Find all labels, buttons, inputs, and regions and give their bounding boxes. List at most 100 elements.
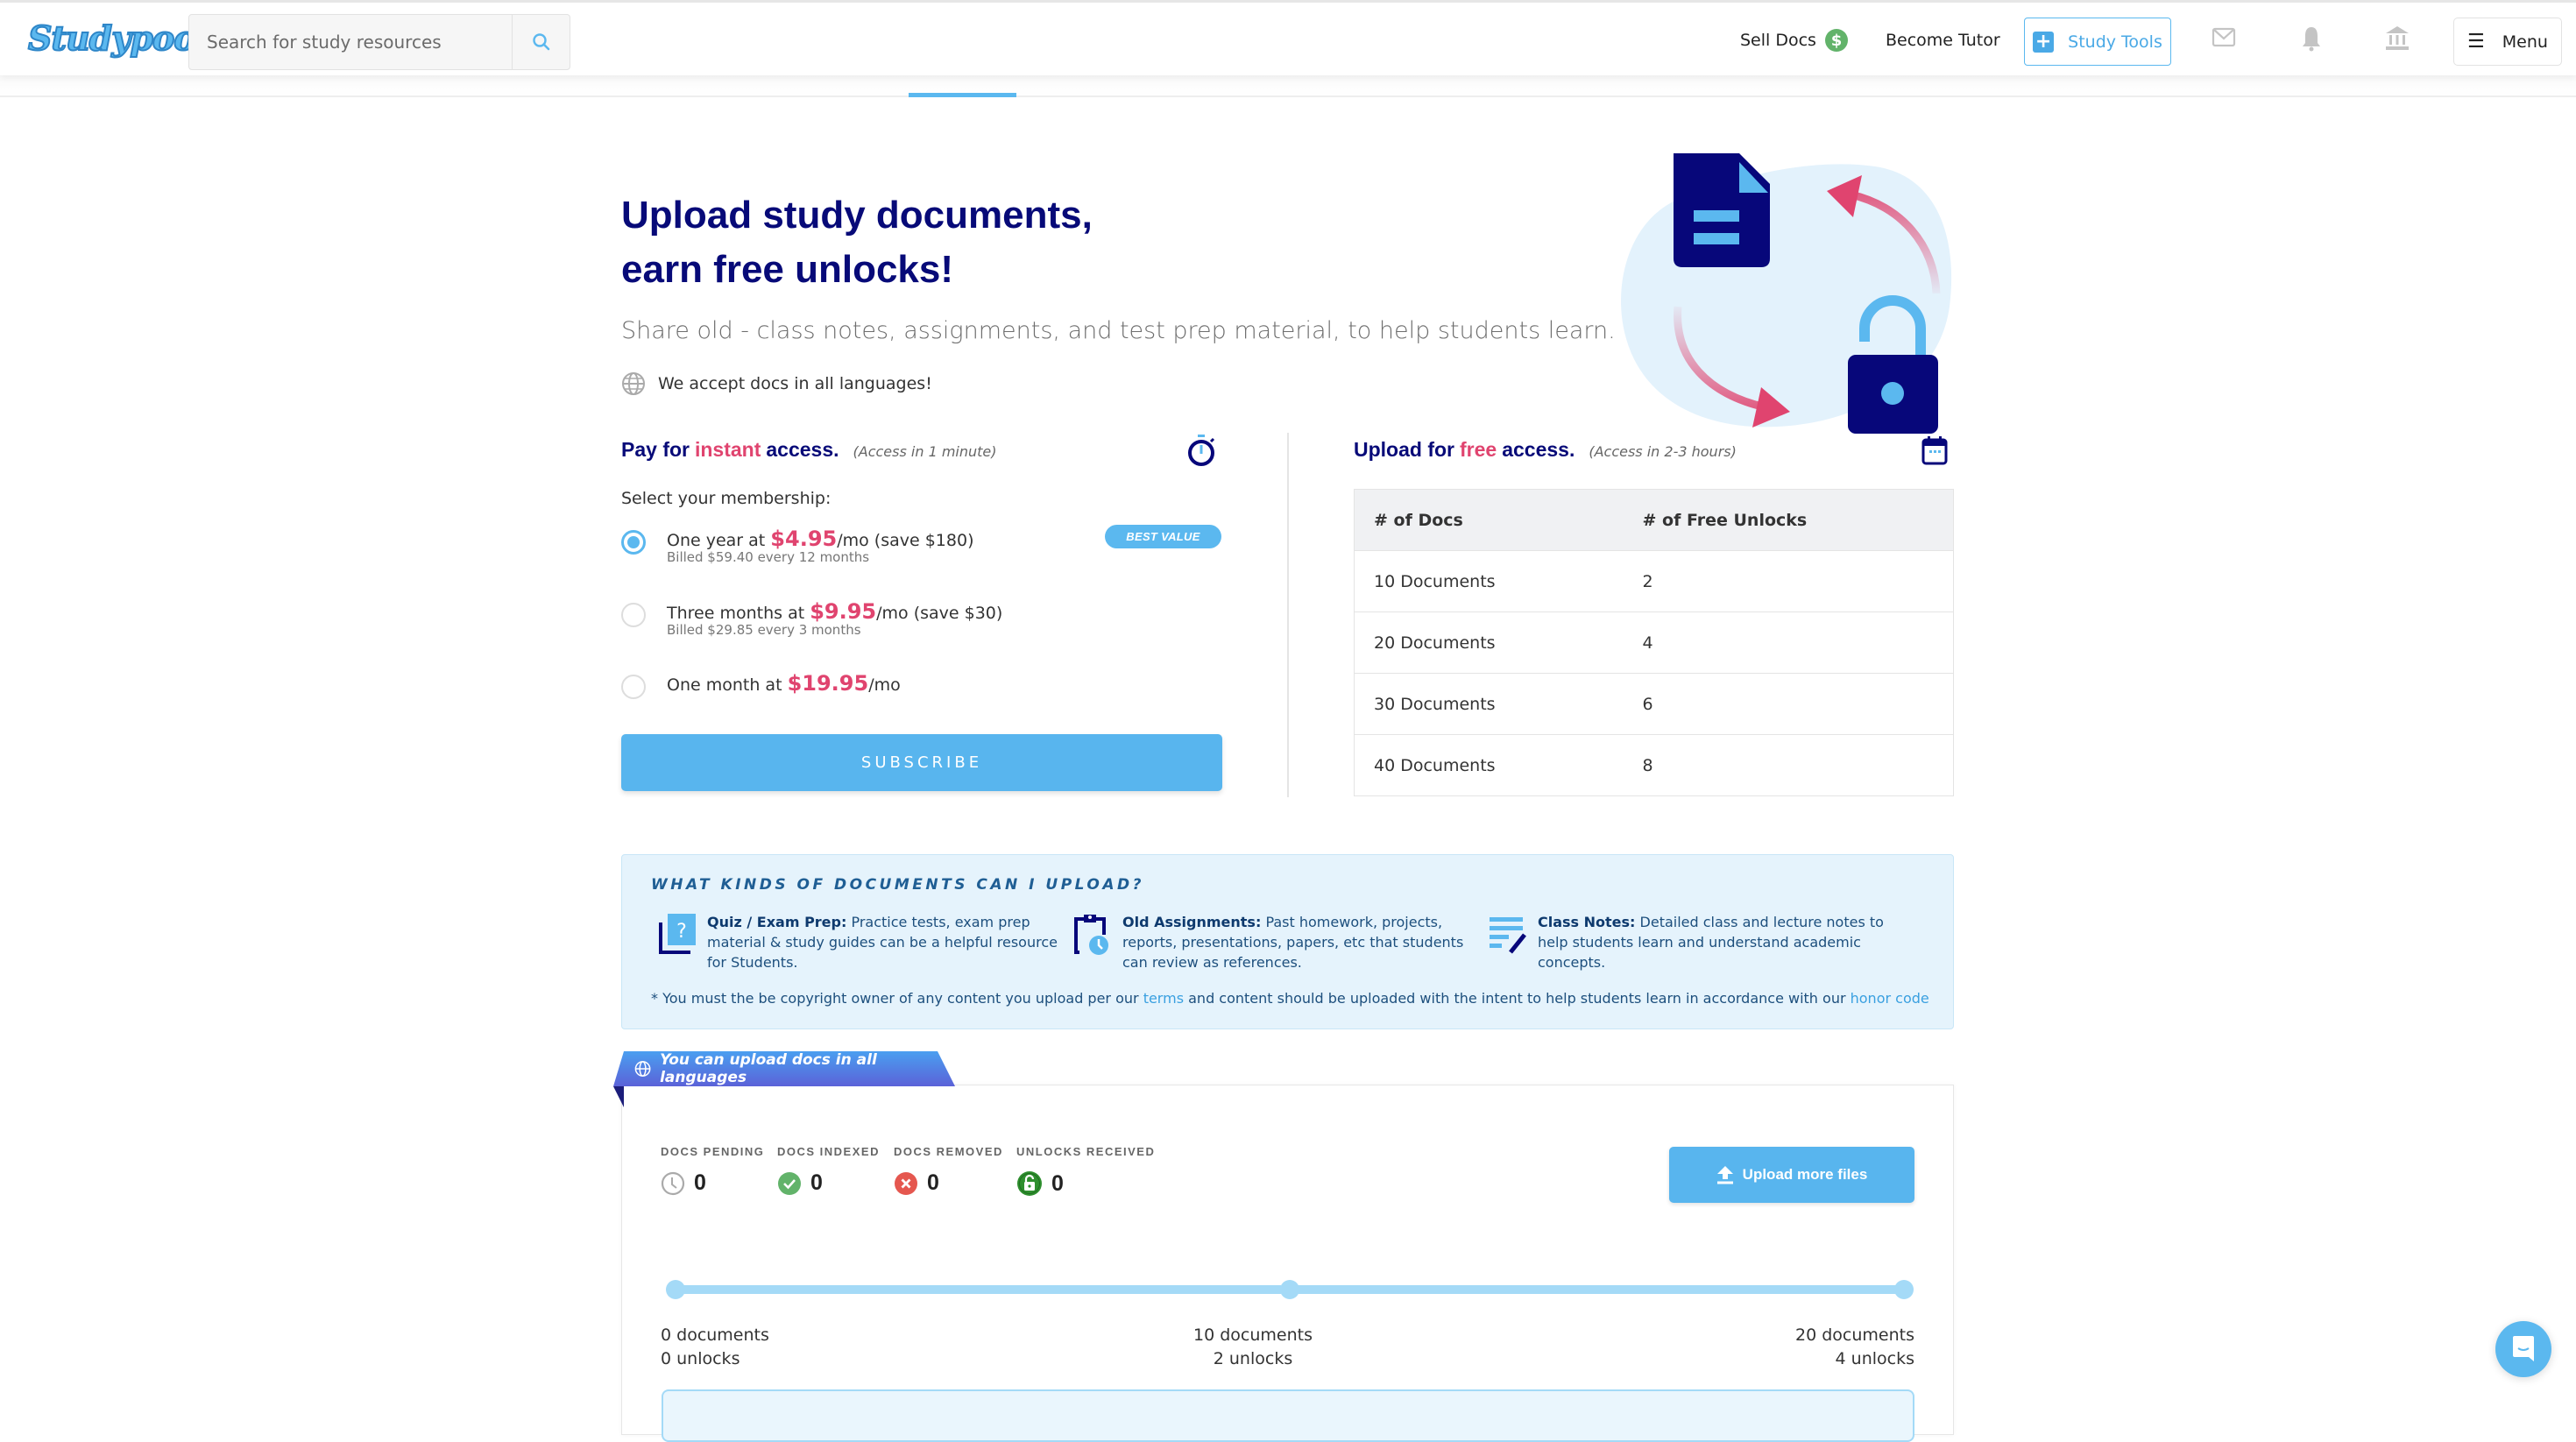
plan-radio-yearly[interactable] bbox=[621, 530, 646, 555]
cell-docs: 30 Documents bbox=[1354, 673, 1624, 735]
mail-icon[interactable] bbox=[2212, 25, 2236, 50]
plan-post: /mo bbox=[868, 675, 901, 695]
plan-post: /mo (save $30) bbox=[876, 604, 1003, 623]
clipboard-clock-icon bbox=[1074, 915, 1108, 955]
search-icon bbox=[532, 33, 549, 51]
stat-label: DOCS INDEXED bbox=[777, 1145, 880, 1158]
document-icon bbox=[1674, 153, 1770, 267]
table-row: 10 Documents 2 bbox=[1354, 550, 1954, 612]
check-circle-icon bbox=[778, 1171, 801, 1195]
title-line-2: earn free unlocks! bbox=[621, 248, 954, 291]
stat-value: 0 bbox=[810, 1170, 823, 1195]
upload-button-label: Upload more files bbox=[1742, 1166, 1868, 1183]
unlock-circle-icon bbox=[1017, 1171, 1042, 1196]
active-tab-indicator bbox=[909, 93, 1016, 97]
subscribe-button[interactable]: SUBSCRIBE bbox=[621, 734, 1222, 791]
search-bar bbox=[188, 14, 570, 70]
calendar-icon bbox=[1921, 436, 1948, 465]
top-navbar: Studypool Sell Docs $ Become Tutor + Stu… bbox=[0, 0, 2576, 75]
sell-docs-link[interactable]: Sell Docs $ bbox=[1740, 3, 1848, 78]
plan-quarterly-title: Three months at $9.95/mo (save $30) bbox=[667, 599, 1002, 624]
cell-unlocks: 6 bbox=[1623, 673, 1954, 735]
ribbon-text: You can upload docs in all languages bbox=[660, 1051, 877, 1086]
plan-option-yearly[interactable]: One year at $4.95/mo (save $180) Billed … bbox=[621, 527, 974, 565]
languages-text: We accept docs in all languages! bbox=[658, 374, 932, 393]
panel-divider bbox=[1287, 433, 1289, 797]
pay-panel-title: Pay for instant access. (Access in 1 min… bbox=[621, 438, 997, 462]
chat-icon bbox=[2513, 1336, 2534, 1361]
upload-status-card: DOCS PENDING 0 DOCS INDEXED 0 DOCS REMOV… bbox=[621, 1085, 1954, 1442]
pay-note: (Access in 1 minute) bbox=[853, 443, 997, 460]
kind-text: Quiz / Exam Prep: Practice tests, exam p… bbox=[707, 912, 1063, 972]
bell-icon[interactable] bbox=[2299, 25, 2324, 52]
sub-tab-bar bbox=[0, 75, 2576, 97]
stat-label: DOCS PENDING bbox=[661, 1145, 765, 1158]
cell-docs: 40 Documents bbox=[1354, 734, 1624, 796]
stat-label: UNLOCKS RECEIVED bbox=[1016, 1145, 1156, 1158]
search-input[interactable] bbox=[189, 15, 512, 69]
stat-value: 0 bbox=[694, 1170, 706, 1195]
stat-value-row: 0 bbox=[777, 1170, 880, 1196]
study-tools-button[interactable]: + Study Tools bbox=[2024, 18, 2171, 66]
plan-pre: One month at bbox=[667, 675, 788, 695]
table-row: 20 Documents 4 bbox=[1354, 611, 1954, 674]
table-header-row: # of Docs # of Free Unlocks bbox=[1354, 489, 1954, 551]
kind-class-notes: Class Notes: Detailed class and lecture … bbox=[1482, 912, 1893, 972]
hamburger-icon: ☰ bbox=[2467, 31, 2485, 53]
free-note: (Access in 2-3 hours) bbox=[1589, 443, 1737, 460]
stat-docs-removed: DOCS REMOVED 0 bbox=[894, 1145, 1003, 1196]
cell-unlocks: 2 bbox=[1623, 550, 1954, 612]
institution-icon[interactable] bbox=[2385, 25, 2410, 52]
milestone-label-1: 10 documents 2 unlocks bbox=[1183, 1324, 1323, 1371]
pay-title-pre: Pay for bbox=[621, 438, 690, 461]
kind-label: Quiz / Exam Prep: bbox=[707, 914, 847, 930]
menu-button[interactable]: ☰ Menu bbox=[2453, 18, 2562, 66]
plan-pre: Three months at bbox=[667, 604, 810, 623]
study-tools-label: Study Tools bbox=[2068, 32, 2162, 52]
milestone-unlocks: 2 unlocks bbox=[1213, 1349, 1293, 1368]
stat-value: 0 bbox=[927, 1170, 939, 1195]
progress-segment bbox=[1295, 1285, 1900, 1294]
stat-value-row: 0 bbox=[1016, 1170, 1155, 1197]
become-tutor-link[interactable]: Become Tutor bbox=[1886, 3, 2000, 78]
plan-radio-quarterly[interactable] bbox=[621, 603, 646, 627]
upload-more-files-button[interactable]: Upload more files bbox=[1669, 1147, 1914, 1203]
title-line-1: Upload study documents, bbox=[621, 194, 1093, 237]
quiz-icon: ? bbox=[659, 914, 696, 954]
plan-price: $4.95 bbox=[770, 527, 838, 551]
languages-ribbon: You can upload docs in all languages bbox=[613, 1051, 955, 1086]
globe-icon bbox=[622, 372, 645, 395]
plan-price: $19.95 bbox=[787, 671, 869, 696]
plan-billing: Billed $29.85 every 3 months bbox=[667, 622, 861, 638]
honor-code-link[interactable]: honor code bbox=[1851, 990, 1929, 1007]
dollar-icon: $ bbox=[1824, 29, 1848, 52]
column-header-unlocks: # of Free Unlocks bbox=[1623, 489, 1954, 551]
free-unlocks-table: # of Docs # of Free Unlocks 10 Documents… bbox=[1354, 489, 1954, 796]
milestone-dot bbox=[666, 1280, 685, 1299]
chat-launcher-button[interactable] bbox=[2495, 1321, 2551, 1377]
free-title-accent: free bbox=[1460, 438, 1497, 461]
terms-link[interactable]: terms bbox=[1143, 990, 1184, 1007]
milestone-unlocks: 0 unlocks bbox=[661, 1349, 740, 1368]
plan-option-quarterly[interactable]: Three months at $9.95/mo (save $30) Bill… bbox=[621, 599, 1002, 638]
stat-value-row: 0 bbox=[661, 1170, 764, 1196]
notes-icon bbox=[1490, 917, 1526, 954]
table-row: 40 Documents 8 bbox=[1354, 734, 1954, 796]
milestone-progress-track bbox=[666, 1280, 1914, 1299]
milestone-docs: 20 documents bbox=[1795, 1325, 1914, 1345]
document-kinds-box: WHAT KINDS OF DOCUMENTS CAN I UPLOAD? ? … bbox=[621, 854, 1954, 1029]
footnote-text: and content should be uploaded with the … bbox=[1184, 990, 1851, 1007]
studypool-logo[interactable]: Studypool bbox=[27, 18, 209, 59]
stat-docs-indexed: DOCS INDEXED 0 bbox=[777, 1145, 880, 1196]
stopwatch-icon bbox=[1188, 435, 1215, 466]
kind-quiz-exam-prep: ? Quiz / Exam Prep: Practice tests, exam… bbox=[651, 912, 1063, 972]
plan-radio-monthly[interactable] bbox=[621, 675, 646, 699]
milestone-docs: 0 documents bbox=[661, 1325, 769, 1345]
cell-docs: 10 Documents bbox=[1354, 550, 1624, 612]
search-button[interactable] bbox=[512, 15, 570, 69]
plan-option-monthly[interactable]: One month at $19.95/mo bbox=[621, 671, 901, 699]
pay-title-accent: instant bbox=[694, 438, 761, 461]
milestone-label-0: 0 documents 0 unlocks bbox=[661, 1324, 769, 1371]
document-kinds-title: WHAT KINDS OF DOCUMENTS CAN I UPLOAD? bbox=[651, 876, 1144, 894]
cell-docs: 20 Documents bbox=[1354, 611, 1624, 674]
